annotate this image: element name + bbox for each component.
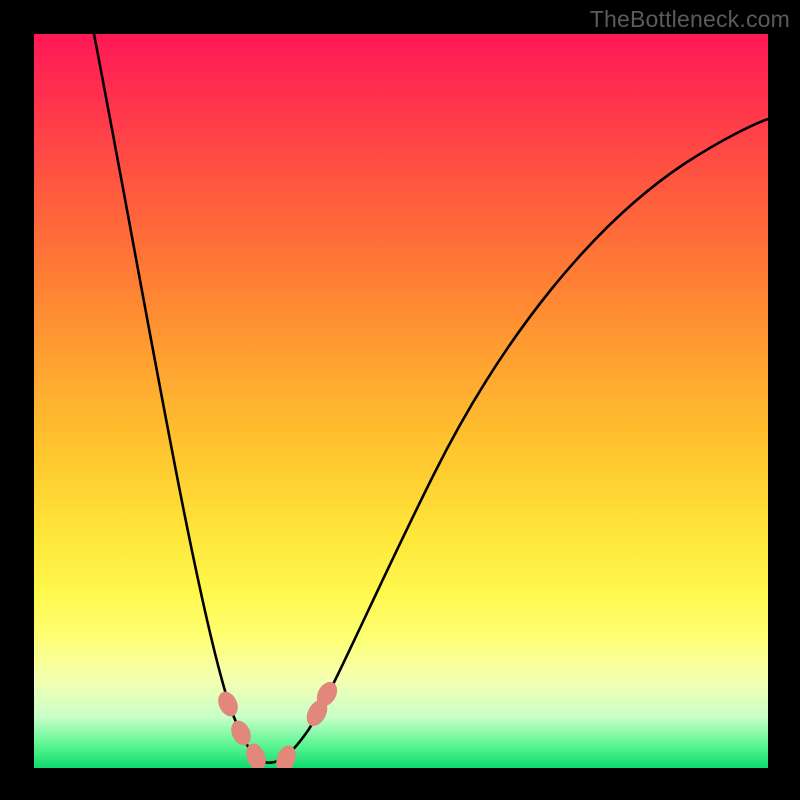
plot-area <box>34 34 768 768</box>
watermark-text: TheBottleneck.com <box>590 6 790 33</box>
data-markers <box>214 678 341 768</box>
marker-1 <box>214 688 241 719</box>
bottleneck-curve <box>94 34 768 763</box>
chart-frame: TheBottleneck.com <box>0 0 800 800</box>
marker-2 <box>227 717 254 748</box>
chart-svg <box>34 34 768 768</box>
